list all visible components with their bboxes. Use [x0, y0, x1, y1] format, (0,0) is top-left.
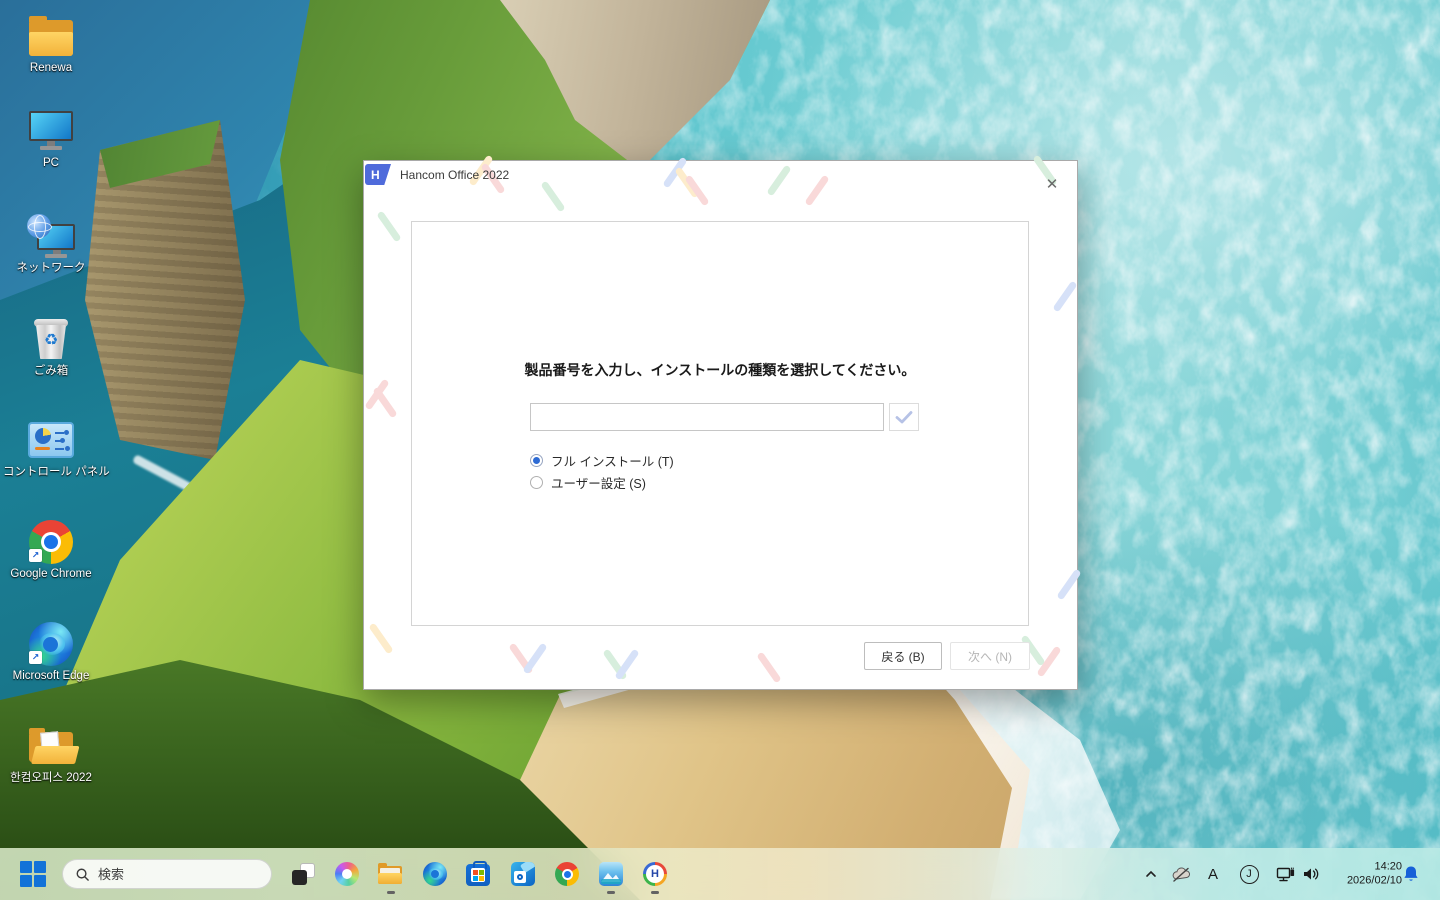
desktop-icon-label: Google Chrome	[10, 568, 92, 580]
edge-icon: ↗	[27, 622, 75, 666]
edge-icon	[423, 862, 447, 886]
dialog-titlebar[interactable]: H Hancom Office 2022	[364, 161, 1077, 189]
taskbar-clock[interactable]: 14:20 2026/02/10	[1347, 860, 1402, 889]
radio-full-install[interactable]: フル インストール (T)	[530, 452, 674, 469]
taskbar: H A J	[0, 848, 1440, 900]
dialog-content-panel: 製品番号を入力し、インストールの種類を選択してください。 フル インストール (…	[411, 221, 1029, 626]
recycle-glyph: ♻	[43, 332, 59, 349]
file-explorer-icon	[378, 863, 402, 884]
start-button[interactable]	[20, 861, 46, 887]
microsoft-store-icon	[466, 861, 490, 886]
desktop-icon-label: ごみ箱	[33, 365, 69, 377]
store-button[interactable]	[466, 861, 492, 887]
journal-tray-button[interactable]: J	[1236, 861, 1262, 887]
hancom-logo-icon: H	[365, 164, 391, 185]
back-button[interactable]: 戻る (B)	[864, 642, 942, 670]
chevron-up-icon	[1146, 870, 1156, 877]
copilot-button[interactable]	[334, 861, 360, 887]
radio-unselected-icon[interactable]	[530, 475, 543, 489]
running-indicator	[607, 891, 615, 894]
pattern-stroke	[756, 651, 782, 684]
product-number-input[interactable]	[530, 403, 884, 431]
shortcut-arrow-icon: ↗	[29, 651, 42, 664]
pattern-stroke	[372, 386, 398, 419]
running-indicator	[651, 891, 659, 894]
pattern-stroke	[522, 642, 548, 675]
desktop-icon-label: コントロール パネル	[3, 466, 110, 478]
search-input[interactable]	[98, 866, 248, 882]
recycle-bin-icon: ♻	[27, 317, 75, 361]
hancom-office-icon: H	[643, 862, 667, 886]
cloud-slash-icon	[1172, 867, 1191, 882]
close-icon[interactable]: ✕	[1041, 173, 1063, 195]
hancom-office-button[interactable]: H	[642, 861, 668, 894]
file-explorer-button[interactable]	[378, 861, 404, 894]
notification-bell-button[interactable]	[1398, 861, 1424, 887]
radio-custom-install[interactable]: ユーザー設定 (S)	[530, 474, 646, 491]
verify-check-button[interactable]	[889, 403, 919, 431]
pattern-stroke	[376, 210, 402, 243]
hancom-installer-dialog: H Hancom Office 2022 ✕ 製品番号を入力し、インストールの種…	[363, 154, 1082, 690]
desktop-icon-pc[interactable]: PC	[3, 109, 99, 170]
desktop-icon-label: Renewa	[29, 62, 73, 74]
j-circle-icon: J	[1239, 864, 1259, 884]
outlook-icon	[511, 862, 535, 886]
dialog-title: Hancom Office 2022	[400, 168, 510, 182]
clock-date: 2026/02/10	[1346, 875, 1402, 887]
taskbar-search[interactable]	[62, 859, 272, 889]
photos-icon	[599, 862, 623, 886]
desktop-icon-label: Microsoft Edge	[12, 670, 90, 682]
radio-label: フル インストール (T)	[551, 454, 674, 469]
desktop-icon-label: 한컴오피스 2022	[10, 772, 92, 784]
desktop-icon-google-chrome[interactable]: ↗ Google Chrome	[3, 520, 99, 581]
open-folder-icon	[27, 724, 80, 768]
next-button-disabled[interactable]: 次へ (N)	[950, 642, 1030, 670]
ethernet-network-icon	[1276, 867, 1294, 881]
radio-label: ユーザー設定 (S)	[551, 476, 646, 491]
desktop-icon-network[interactable]: ネットワーク	[3, 214, 99, 275]
shortcut-arrow-icon: ↗	[29, 549, 42, 562]
computer-icon	[27, 109, 75, 153]
checkmark-icon	[895, 411, 913, 424]
pattern-stroke	[1052, 280, 1078, 313]
running-indicator	[387, 891, 395, 894]
desktop: Renewa PC ネットワーク ♻ ごみ箱 コントロール パネル ↗ Goog…	[0, 0, 1440, 900]
network-icon	[27, 214, 75, 258]
desktop-icon-label: PC	[43, 157, 59, 169]
ime-mode-indicator[interactable]: A	[1200, 861, 1226, 887]
chrome-icon	[555, 862, 579, 886]
desktop-icon-hancom-office[interactable]: 한컴오피스 2022	[3, 724, 99, 785]
desktop-icon-control-panel[interactable]: コントロール パネル	[3, 418, 110, 479]
dialog-heading: 製品番号を入力し、インストールの種類を選択してください。	[524, 362, 916, 378]
control-panel-icon	[27, 418, 75, 462]
edge-button[interactable]	[422, 861, 448, 887]
copilot-icon	[335, 862, 359, 886]
pattern-stroke	[1056, 568, 1082, 601]
desktop-icon-renewa[interactable]: Renewa	[3, 14, 99, 75]
speaker-icon	[1304, 868, 1319, 880]
task-view-button[interactable]	[290, 861, 316, 887]
photos-button[interactable]	[598, 861, 624, 894]
search-icon	[76, 868, 89, 881]
clock-time: 14:20	[1374, 860, 1402, 873]
outlook-button[interactable]	[510, 861, 536, 887]
onedrive-tray-button[interactable]	[1168, 861, 1194, 887]
desktop-icon-recycle-bin[interactable]: ♻ ごみ箱	[3, 317, 99, 378]
chrome-button[interactable]	[554, 861, 580, 887]
tray-expand-chevron[interactable]	[1138, 861, 1164, 887]
chrome-icon: ↗	[27, 520, 75, 564]
desktop-icon-label: ネットワーク	[16, 262, 86, 274]
radio-selected-icon[interactable]	[530, 453, 543, 467]
volume-tray-button[interactable]	[1298, 861, 1324, 887]
network-tray-button[interactable]	[1272, 861, 1298, 887]
folder-icon	[27, 14, 75, 58]
desktop-icon-microsoft-edge[interactable]: ↗ Microsoft Edge	[3, 622, 99, 683]
bell-icon	[1404, 866, 1418, 881]
pattern-stroke	[368, 622, 394, 655]
